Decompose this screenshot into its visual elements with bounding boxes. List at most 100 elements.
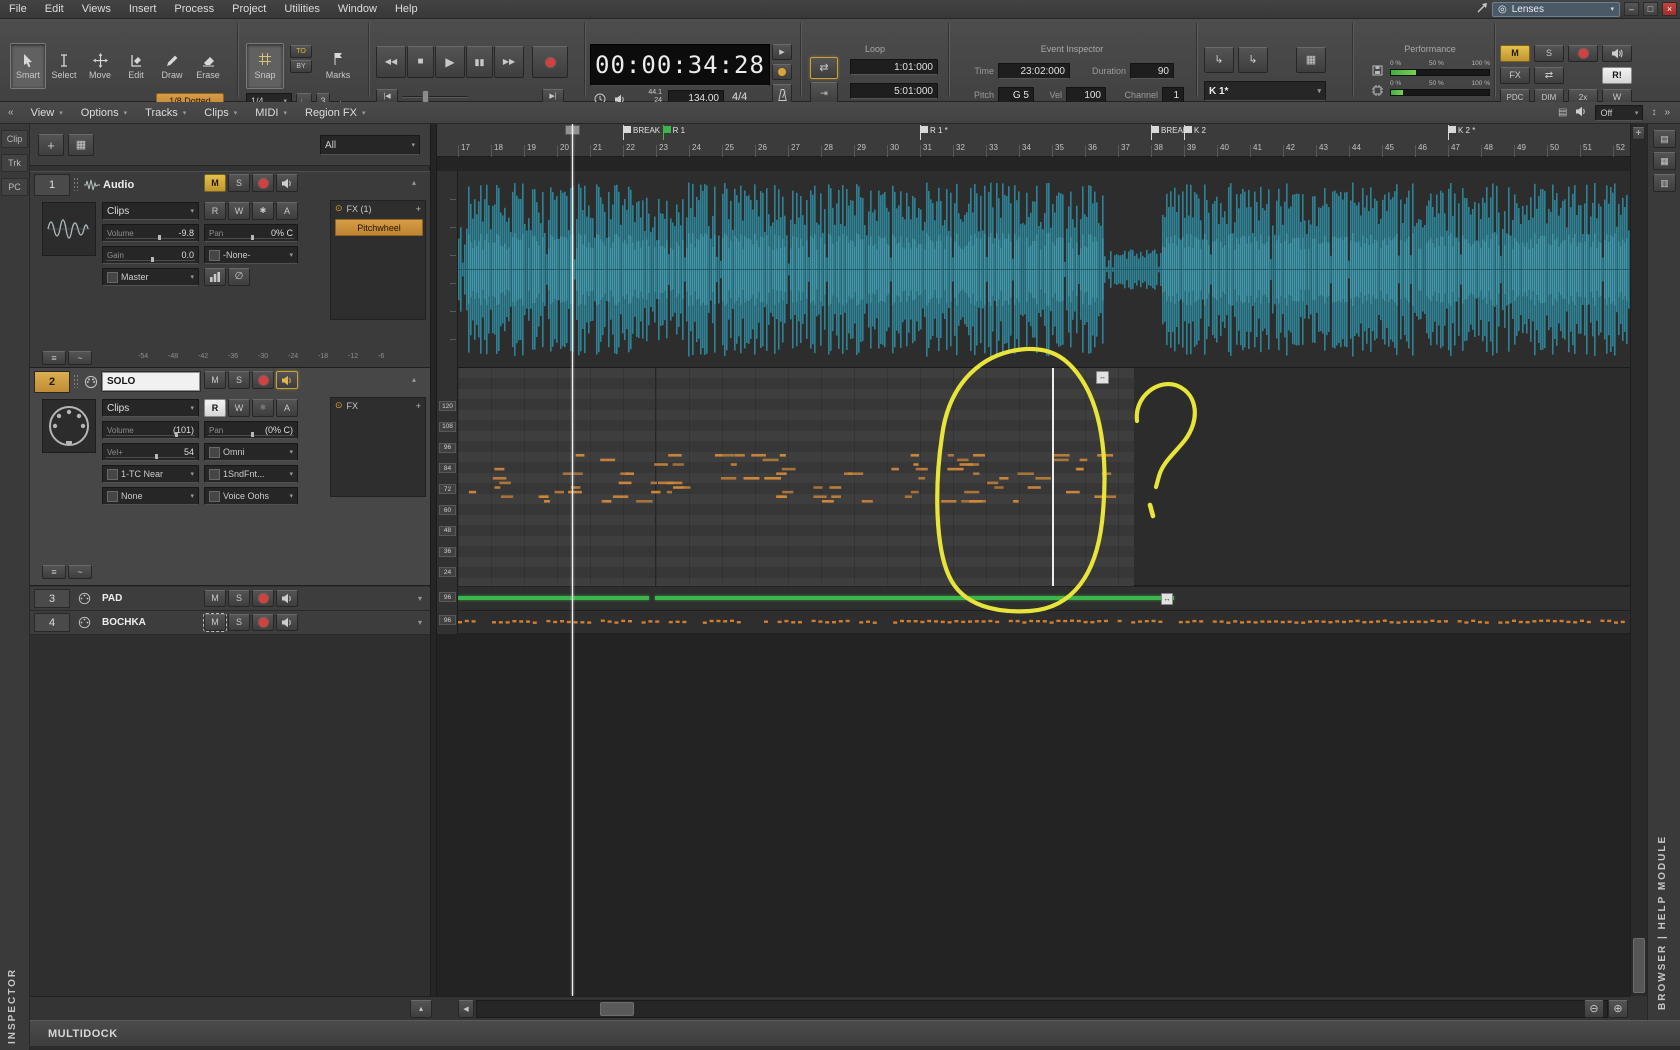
- help-tab-icon[interactable]: ▥: [1653, 174, 1676, 192]
- track2-edit-filter[interactable]: Clips: [102, 399, 199, 417]
- midi-clip-lane-bochka[interactable]: [437, 611, 1630, 634]
- track2-channel-dropdown[interactable]: Omni: [204, 443, 298, 461]
- play-mini-button[interactable]: ▶: [772, 44, 792, 60]
- track2-patch-dropdown[interactable]: Voice Oohs: [204, 487, 298, 505]
- record-button[interactable]: [532, 46, 568, 78]
- track1-volume-slider[interactable]: Volume -9.8: [102, 224, 199, 242]
- ei-duration-field[interactable]: 90: [1130, 63, 1174, 79]
- playhead-line[interactable]: [572, 124, 573, 996]
- track2-arm-button[interactable]: [252, 371, 274, 389]
- ei-pitch-field[interactable]: G 5: [998, 87, 1034, 103]
- track2-write-button[interactable]: W: [228, 399, 250, 417]
- power-icon[interactable]: ⊙: [335, 203, 343, 214]
- track-header-2[interactable]: 2 SOLO M S ▴ Clips R W ✱ A Volume(101) P…: [30, 368, 430, 586]
- zoom-out-button[interactable]: ⊖: [1584, 1000, 1604, 1018]
- track1-envelope-button[interactable]: ~: [68, 351, 92, 365]
- viewmenu-tracks[interactable]: Tracks: [136, 102, 195, 124]
- track1-phase-button[interactable]: ∅: [228, 268, 250, 286]
- track2-solo-button[interactable]: S: [228, 371, 250, 389]
- track1-echo-button[interactable]: [276, 174, 298, 192]
- track-manager-button[interactable]: ▦: [68, 134, 94, 156]
- track-header-1[interactable]: 1 Audio M S ▴ Clips R W ✱ A Volume-9.8 P…: [30, 171, 430, 368]
- track1-edit-filter[interactable]: Clips: [102, 202, 199, 220]
- vertical-scrollbar[interactable]: +: [1630, 124, 1647, 996]
- track3-name[interactable]: PAD: [102, 589, 122, 608]
- track-filter-dropdown[interactable]: All: [320, 135, 420, 155]
- track4-arm-button[interactable]: [252, 614, 274, 631]
- viewmenu-options[interactable]: Options: [72, 102, 136, 124]
- track1-output-dropdown[interactable]: Master: [102, 268, 199, 286]
- hscroll-thumb[interactable]: [600, 1002, 634, 1016]
- track2-name-input[interactable]: SOLO: [102, 372, 200, 391]
- track2-grip[interactable]: [73, 374, 79, 388]
- ei-time-field[interactable]: 23:02:000: [998, 63, 1070, 79]
- track1-meter-options-button[interactable]: [204, 268, 226, 286]
- track1-automation-lanes-button[interactable]: ≡: [42, 351, 66, 365]
- zoom-in-button[interactable]: ⊕: [1608, 1000, 1628, 1018]
- track3-echo-button[interactable]: [276, 590, 298, 607]
- track2-input-dropdown[interactable]: 1-TC Near: [102, 465, 199, 483]
- track2-fx-bin[interactable]: ⊙ FX +: [330, 397, 426, 497]
- record-arm-mini-button[interactable]: [772, 64, 792, 80]
- updown-icon[interactable]: ↕: [1651, 107, 1656, 118]
- fx-plugin-pitchwheel[interactable]: Pitchwheel: [335, 219, 423, 236]
- dock-tab-trk[interactable]: Trk: [1, 154, 28, 172]
- panel-splitter[interactable]: [430, 124, 437, 996]
- tool-draw[interactable]: Draw: [154, 43, 190, 89]
- track1-pan-slider[interactable]: Pan 0% C: [204, 224, 298, 242]
- add-fx-icon[interactable]: +: [416, 401, 421, 411]
- track4-name[interactable]: BOCHKA: [102, 613, 146, 632]
- punch-in-icon-button[interactable]: ↳: [1204, 47, 1234, 73]
- clip-edge-handle-icon[interactable]: ↔: [1161, 593, 1173, 605]
- dock-tab-pc[interactable]: PC: [1, 178, 28, 196]
- vscroll-thumb[interactable]: [1633, 938, 1645, 993]
- power-icon[interactable]: ⊙: [335, 400, 343, 411]
- snap-toggle-button[interactable]: Snap: [246, 43, 284, 89]
- track3-arm-button[interactable]: [252, 590, 274, 607]
- track1-solo-button[interactable]: S: [228, 174, 250, 192]
- track1-read-button[interactable]: R: [204, 202, 226, 220]
- track2-echo-button[interactable]: [276, 371, 298, 389]
- loop-end-field[interactable]: 5:01:000: [850, 83, 938, 99]
- echo-speaker-icon[interactable]: [1575, 104, 1587, 122]
- synth-rack-tab-icon[interactable]: ▦: [1653, 152, 1676, 170]
- ei-channel-field[interactable]: 1: [1162, 87, 1184, 103]
- close-button[interactable]: ×: [1662, 2, 1677, 16]
- track2-bank-dropdown[interactable]: None: [102, 487, 199, 505]
- clip-edge-handle-icon[interactable]: ↔: [1096, 371, 1109, 384]
- timeline-ruler[interactable]: 17 18 19 20 21 22 23 24 25 26 27 28 29 30 31 32 33 34 35 36…: [437, 124, 1630, 157]
- collapse-right-icon[interactable]: »: [1664, 107, 1670, 118]
- audio-clip-lane[interactable]: [437, 171, 1630, 368]
- global-record-button[interactable]: [1568, 45, 1598, 62]
- viewmenu-view[interactable]: View: [22, 102, 72, 124]
- add-fx-icon[interactable]: +: [416, 204, 421, 214]
- input-echo-dropdown[interactable]: Off: [1595, 104, 1644, 121]
- snap-by-toggle[interactable]: BY: [290, 60, 312, 73]
- midi-clip-lane-solo[interactable]: ↔: [437, 368, 1630, 586]
- collapse-left-icon[interactable]: «: [0, 107, 22, 118]
- browser-tab-icon[interactable]: ▤: [1653, 130, 1676, 148]
- browser-help-tab[interactable]: BROWSER | HELP MODULE: [1657, 690, 1668, 1010]
- track1-number[interactable]: 1: [34, 174, 70, 196]
- global-solo-button[interactable]: S: [1534, 45, 1564, 62]
- track1-fx-bin[interactable]: ⊙ FX (1) + Pitchwheel: [330, 200, 426, 320]
- track2-read-button[interactable]: R: [204, 399, 226, 417]
- expand-chevron-icon[interactable]: ▾: [412, 591, 428, 605]
- global-monitor-button[interactable]: [1602, 45, 1632, 62]
- track1-freeze-button[interactable]: ✱: [252, 202, 274, 220]
- track4-solo-button[interactable]: S: [228, 614, 250, 631]
- lenses-dropdown[interactable]: ◎ Lenses ▾: [1492, 1, 1620, 17]
- scroll-left-button[interactable]: ◀: [458, 1000, 474, 1018]
- loop-start-field[interactable]: 1:01:000: [850, 59, 938, 75]
- expand-up-button[interactable]: ▴: [410, 1000, 432, 1018]
- menu-project[interactable]: Project: [223, 0, 275, 19]
- track2-volume-slider[interactable]: Volume (101): [102, 421, 199, 439]
- inspector-tab[interactable]: INSPECTOR: [7, 929, 18, 1044]
- forward-button[interactable]: ▶▶: [494, 46, 524, 78]
- stop-button[interactable]: ■: [407, 46, 434, 78]
- play-button[interactable]: ▶: [435, 46, 465, 78]
- menu-utilities[interactable]: Utilities: [275, 0, 328, 19]
- snap-to-marks-button[interactable]: Marks: [318, 43, 358, 89]
- menu-help[interactable]: Help: [386, 0, 427, 19]
- track3-mute-button[interactable]: M: [204, 590, 226, 607]
